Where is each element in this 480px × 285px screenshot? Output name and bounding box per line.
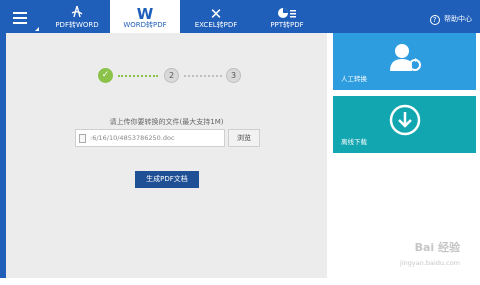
upload-instruction: 请上传你要转换的文件(最大支持1M) (109, 118, 224, 126)
download-circle-icon (389, 104, 421, 136)
tab-excel-to-pdf[interactable]: ✕ EXCEL转PDF (188, 0, 244, 33)
watermark-title: Bai 经验 (414, 241, 460, 254)
step-1-complete-icon: ✓ (98, 68, 113, 83)
help-center-label: 帮助中心 (444, 15, 472, 23)
user-refresh-icon (390, 44, 421, 71)
tab-excel-to-pdf-label: EXCEL转PDF (194, 21, 238, 29)
step-2-indicator: 2 (164, 68, 179, 83)
manual-conversion-label: 人工转换 (341, 75, 367, 83)
file-path-input[interactable]: :6/16/10/4853786250.doc (75, 129, 225, 147)
tab-pdf-to-word-label: PDF转WORD (55, 21, 99, 29)
ppt-chart-icon (262, 0, 312, 20)
step-connector-pending (184, 75, 222, 77)
offline-download-label: 离线下载 (341, 138, 367, 146)
watermark-url: jingyan.baidu.com (400, 259, 460, 267)
excel-x-icon: ✕ (209, 5, 223, 23)
word-w-icon: W (136, 5, 154, 23)
tab-ppt-to-pdf[interactable]: PPT转PDF (262, 0, 312, 33)
manual-conversion-card[interactable]: 人工转换 (333, 33, 476, 90)
file-path-value: :6/16/10/4853786250.doc (90, 134, 175, 142)
offline-download-card[interactable]: 离线下载 (333, 96, 476, 153)
browse-button[interactable]: 浏览 (228, 129, 260, 147)
tab-pdf-to-word[interactable]: PDF转WORD (46, 0, 108, 33)
menu-corner-marker (35, 27, 39, 31)
tab-ppt-to-pdf-label: PPT转PDF (270, 21, 304, 29)
top-navigation-bar: PDF转WORD W WORD转PDF ✕ EXCEL转PDF PPT转PDF … (0, 0, 480, 34)
step-connector-complete (118, 75, 158, 77)
step-3-indicator: 3 (226, 68, 241, 83)
pdf-to-word-icon (46, 0, 108, 20)
baidu-jingyan-watermark: Bai 经验 jingyan.baidu.com (380, 239, 460, 273)
file-icon (79, 134, 86, 143)
help-question-icon: ? (429, 14, 440, 25)
generate-pdf-button[interactable]: 生成PDF文档 (135, 171, 199, 188)
tab-word-to-pdf-label: WORD转PDF (123, 21, 167, 29)
conversion-panel: ✓ 2 3 请上传你要转换的文件(最大支持1M) :6/16/10/485378… (6, 33, 327, 278)
hamburger-menu-icon[interactable] (13, 12, 27, 24)
tab-word-to-pdf[interactable]: W WORD转PDF (110, 0, 180, 34)
help-center-link[interactable]: ? 帮助中心 (429, 14, 472, 26)
progress-steps: ✓ 2 3 (98, 68, 248, 84)
